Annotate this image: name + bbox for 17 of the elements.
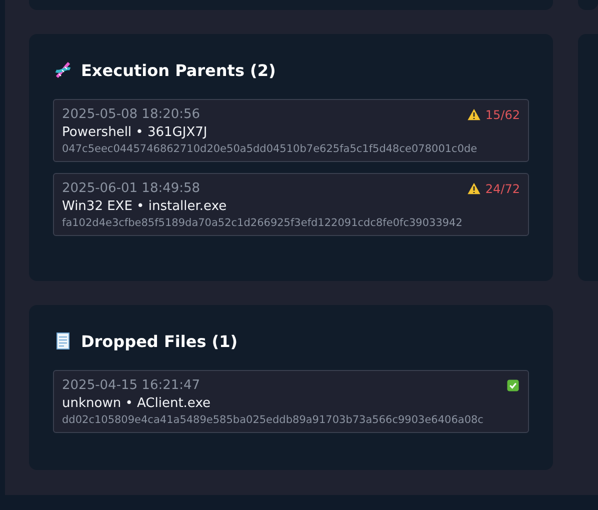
file-hash: fa102d4e3cfbe85f5189da70a52c1d266925f3efd122091cdc8fe0fc39033942 [62, 217, 464, 229]
dna-icon [53, 60, 73, 80]
file-entry[interactable]: 2025-06-01 18:49:58 24/72 Win32 EXE • installer.exe fa102d4e3cfbe85f5189da70a52c1d266925f3efd122091cdc8fe0fc39033942 [53, 173, 529, 236]
timestamp: 2025-04-15 16:21:47 [62, 378, 200, 393]
section-title: Execution Parents (2) [81, 60, 276, 80]
detection-count: 15/62 [485, 108, 520, 122]
file-name: unknown • AClient.exe [62, 396, 212, 411]
section-title: Dropped Files (1) [81, 332, 238, 350]
detection-count: 24/72 [485, 182, 520, 196]
file-hash: 047c5eec0445746862710d20e50a5dd04510b7e625fa5c1f5d48ce078001c0de [62, 143, 478, 155]
file-entry[interactable]: 2025-04-15 16:21:47 unknown • AClient.exe dd02c105809e4ca41a5489e585ba025eddb89a91703b73a566c9903e6406a08c [53, 370, 529, 433]
file-entry[interactable]: 2025-05-08 18:20:56 15/62 Powershell • 361GJX7J 047c5eec0445746862710d20e50a5dd04510b7e625fa5c1f5d48ce078001c0de [53, 99, 529, 162]
file-hash: dd02c105809e4ca41a5489e585ba025eddb89a91703b73a566c9903e6406a08c [62, 414, 484, 426]
file-name: Win32 EXE • installer.exe [62, 199, 228, 214]
timestamp: 2025-06-01 18:49:58 [62, 181, 200, 196]
timestamp: 2025-05-08 18:20:56 [62, 107, 200, 122]
file-name: Powershell • 361GJX7J [62, 125, 208, 140]
